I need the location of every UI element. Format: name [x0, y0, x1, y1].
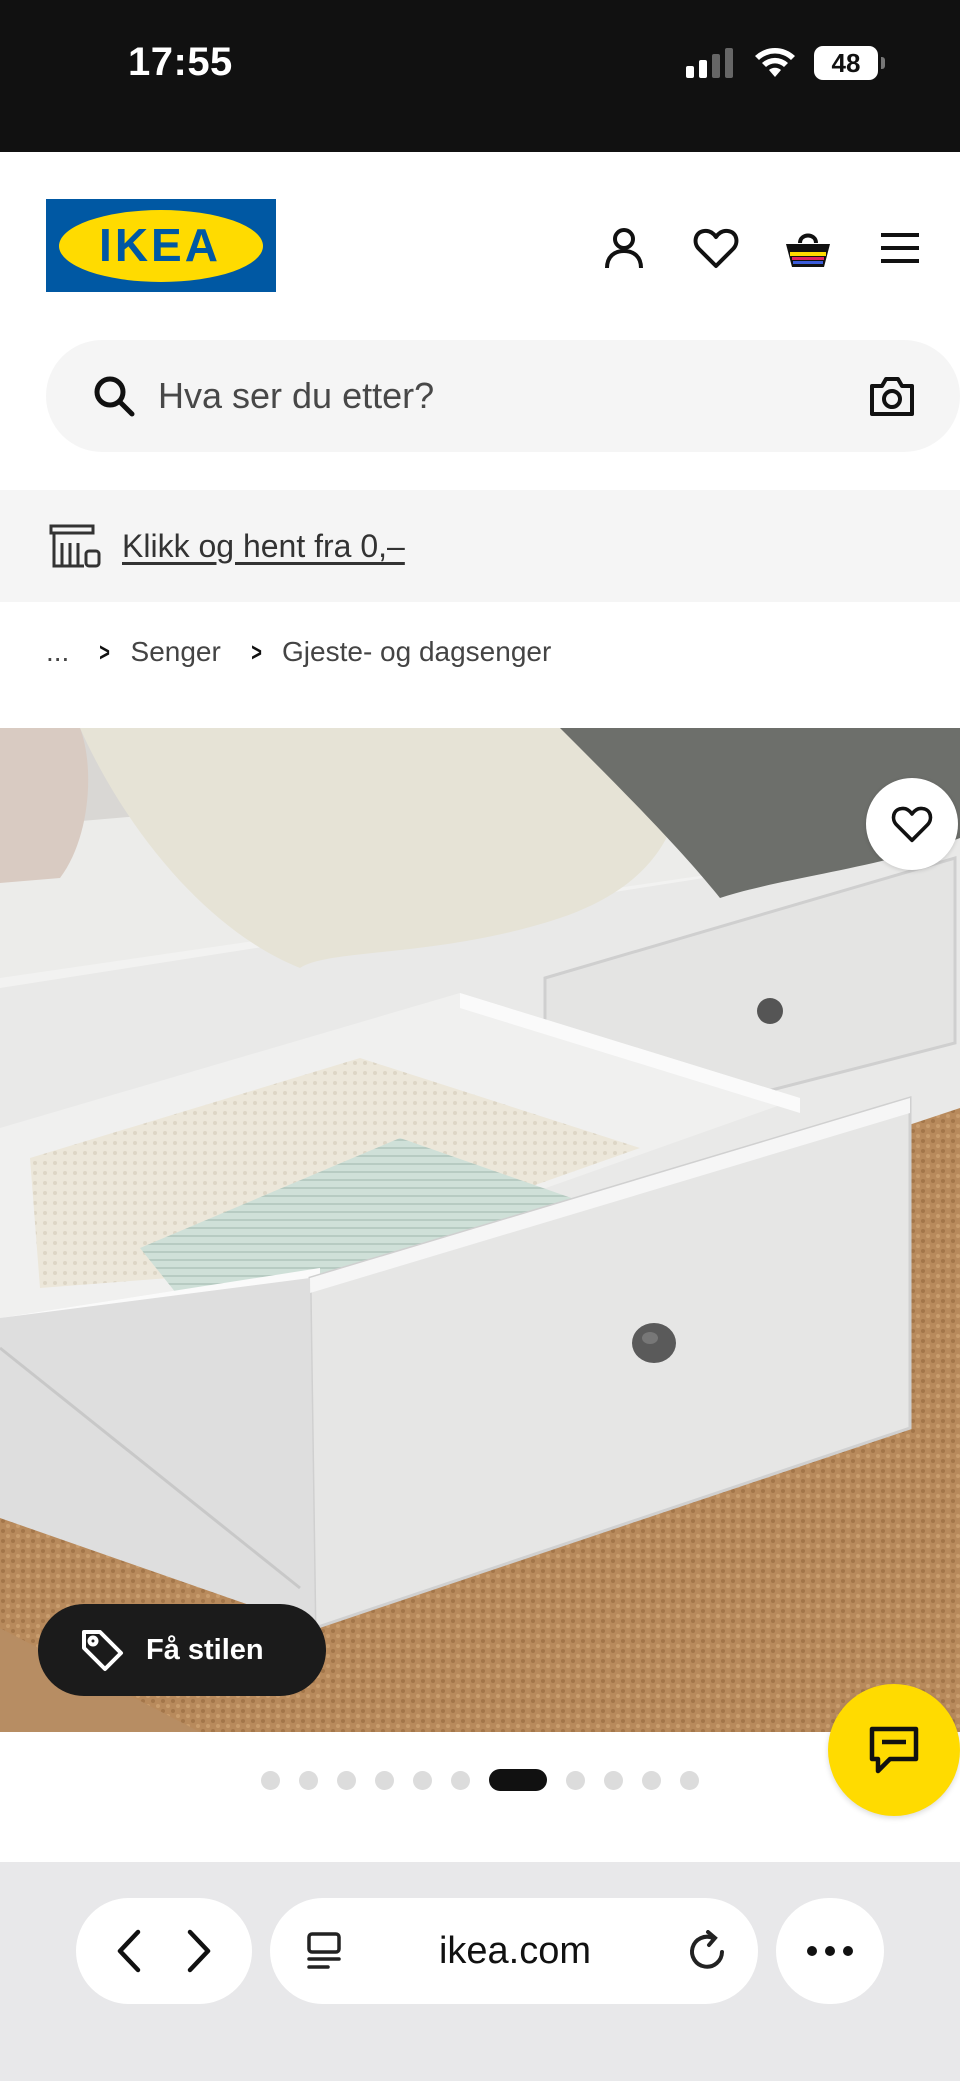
status-bar: 17:55 48 — [0, 0, 960, 152]
shop-the-look-button[interactable]: Få stilen — [38, 1604, 326, 1696]
more-options-button[interactable] — [776, 1898, 884, 2004]
breadcrumb-beds[interactable]: Senger — [131, 636, 221, 668]
cart-button[interactable] — [762, 222, 854, 274]
tag-icon — [82, 1630, 123, 1671]
battery-indicator: 48 — [814, 46, 885, 80]
search-input[interactable] — [158, 375, 868, 417]
carousel-dot[interactable] — [451, 1770, 470, 1790]
site-header: IKEA — [0, 152, 960, 332]
heart-icon — [693, 228, 739, 268]
breadcrumb-ellipsis[interactable]: ... — [46, 636, 69, 668]
carousel-dot[interactable] — [261, 1770, 280, 1790]
shopping-bag-icon — [786, 233, 830, 267]
image-carousel-indicator — [0, 1768, 960, 1792]
wifi-icon — [755, 48, 795, 77]
product-photo — [0, 728, 960, 1732]
click-collect-banner[interactable]: Klikk og hent fra 0,– — [0, 490, 960, 602]
header-icons — [578, 222, 946, 274]
carousel-dot[interactable] — [299, 1770, 318, 1790]
signal-icon — [686, 48, 733, 78]
user-icon — [605, 228, 643, 269]
reload-icon[interactable] — [688, 1930, 728, 1972]
store-pickup-icon — [49, 524, 101, 568]
search-bar[interactable] — [46, 340, 960, 452]
chevron-right-icon: > — [251, 636, 262, 667]
favourites-button[interactable] — [670, 222, 762, 274]
chat-button[interactable] — [828, 1684, 960, 1816]
hamburger-menu-icon — [881, 233, 919, 263]
breadcrumb-daybeds[interactable]: Gjeste- og dagsenger — [282, 636, 551, 668]
save-product-button[interactable] — [866, 778, 958, 870]
carousel-dot[interactable] — [642, 1770, 661, 1790]
browser-toolbar: ikea.com — [0, 1862, 960, 2081]
breadcrumb: ... > Senger > Gjeste- og dagsenger — [46, 632, 551, 672]
menu-button[interactable] — [854, 222, 946, 274]
forward-icon[interactable] — [184, 1928, 214, 1974]
carousel-dot[interactable] — [604, 1770, 623, 1790]
product-image[interactable] — [0, 728, 960, 1732]
carousel-dot[interactable] — [566, 1770, 585, 1790]
status-time: 17:55 — [128, 40, 233, 84]
search-icon — [94, 376, 135, 417]
carousel-dot[interactable] — [337, 1770, 356, 1790]
logo-text: IKEA — [99, 219, 221, 271]
back-icon[interactable] — [114, 1928, 144, 1974]
reader-mode-icon[interactable] — [306, 1931, 342, 1971]
chevron-right-icon: > — [99, 636, 111, 667]
click-collect-link[interactable]: Klikk og hent fra 0,– — [122, 528, 405, 565]
camera-search-icon[interactable] — [868, 374, 916, 418]
ikea-logo[interactable]: IKEA — [46, 199, 276, 292]
address-bar[interactable]: ikea.com — [270, 1898, 758, 2004]
url-text[interactable]: ikea.com — [342, 1930, 688, 1973]
heart-icon — [891, 806, 933, 843]
carousel-dot[interactable] — [413, 1770, 432, 1790]
chat-bubble-icon — [869, 1726, 919, 1774]
logo-mark: IKEA — [59, 209, 263, 282]
carousel-dot[interactable] — [375, 1770, 394, 1790]
carousel-dot[interactable] — [680, 1770, 699, 1790]
carousel-dot-active[interactable] — [489, 1769, 547, 1791]
status-icons: 48 — [686, 46, 885, 80]
browser-nav-controls — [76, 1898, 252, 2004]
more-horizontal-icon — [807, 1946, 853, 1956]
account-button[interactable] — [578, 222, 670, 274]
shop-the-look-label: Få stilen — [146, 1633, 264, 1666]
